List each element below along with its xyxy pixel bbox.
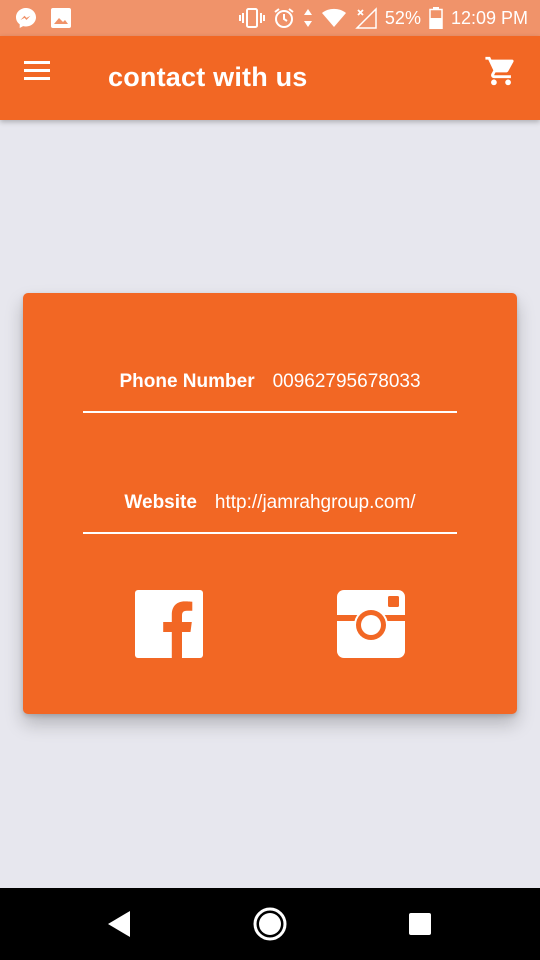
wifi-icon: [321, 8, 346, 27]
home-button[interactable]: [252, 906, 288, 942]
menu-button[interactable]: [22, 58, 54, 84]
recents-square-icon: [409, 913, 431, 935]
signal-icon: [355, 7, 377, 29]
cart-button[interactable]: [484, 54, 518, 88]
battery-icon: [429, 7, 443, 29]
instagram-icon: [337, 590, 405, 658]
back-triangle-icon: [108, 911, 130, 937]
page-title: contact with us: [108, 62, 308, 92]
data-arrows-icon: [303, 9, 312, 27]
system-nav-bar: [0, 888, 540, 960]
back-button[interactable]: [102, 906, 138, 942]
instagram-button[interactable]: [337, 590, 405, 658]
status-bar: 52% 12:09 PM: [0, 0, 540, 36]
website-link[interactable]: http://jamrahgroup.com/: [215, 492, 416, 514]
phone-row[interactable]: Phone Number 00962795678033: [83, 353, 457, 413]
shopping-cart-icon: [485, 56, 514, 86]
alarm-icon: [274, 8, 294, 28]
hamburger-menu-icon: [24, 61, 50, 80]
contact-card: Phone Number 00962795678033 Website http…: [23, 293, 517, 714]
app-bar: contact with us: [0, 36, 540, 120]
battery-percent: 52%: [384, 7, 421, 28]
status-right-icons: 52% 12:09 PM: [231, 7, 528, 29]
website-row[interactable]: Website http://jamrahgroup.com/: [83, 474, 457, 534]
recents-button[interactable]: [402, 906, 438, 942]
status-left-icons: [14, 6, 84, 30]
vibrate-icon: [238, 8, 265, 28]
facebook-button[interactable]: [135, 590, 203, 658]
phone-label: Phone Number: [119, 371, 255, 392]
phone-value[interactable]: 00962795678033: [273, 371, 421, 393]
messenger-icon: [16, 8, 36, 28]
clock: 12:09 PM: [450, 7, 528, 28]
website-label: Website: [124, 492, 197, 513]
home-circle-icon: [253, 907, 287, 941]
facebook-icon: [135, 590, 203, 658]
gallery-icon: [51, 8, 71, 28]
